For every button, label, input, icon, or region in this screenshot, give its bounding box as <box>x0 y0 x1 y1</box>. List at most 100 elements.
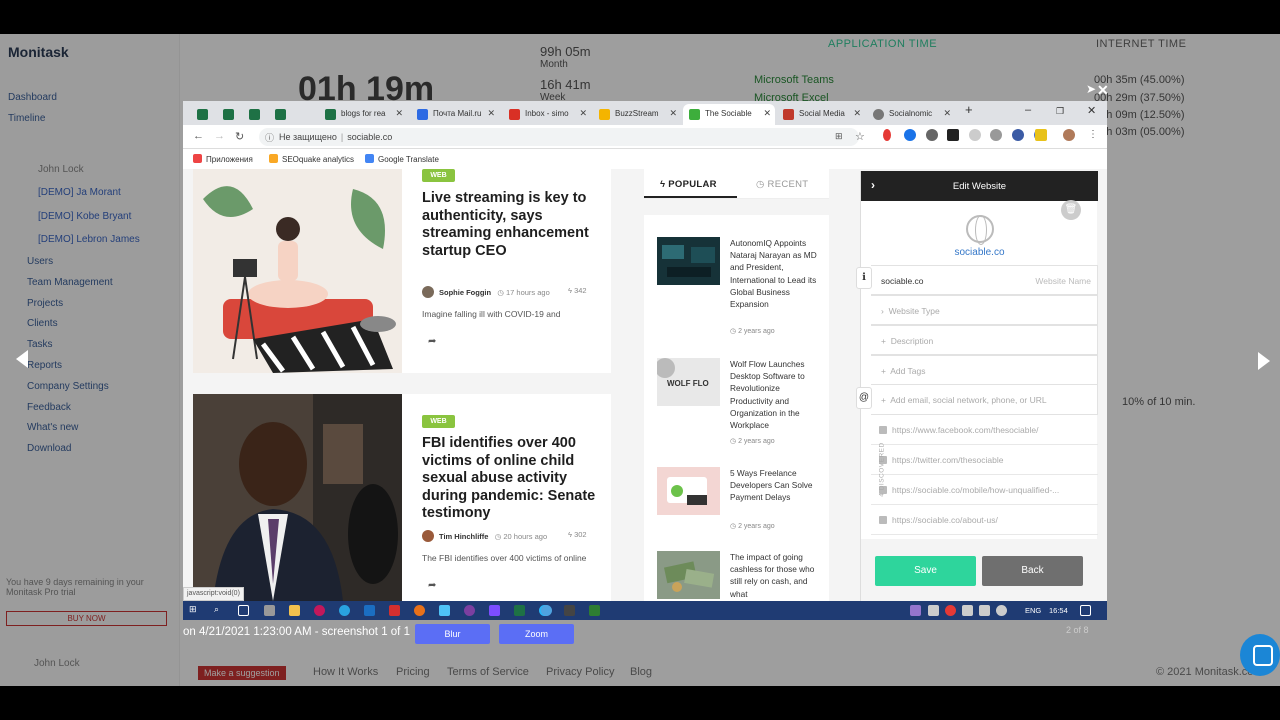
bookmark-seoquake[interactable]: SEOquake analytics <box>269 154 354 164</box>
website-type-field[interactable]: › Website Type <box>871 295 1098 325</box>
app-icon[interactable] <box>364 605 375 616</box>
app-icon[interactable] <box>314 605 325 616</box>
extension-icon[interactable] <box>883 129 891 141</box>
extension-icon[interactable] <box>969 129 981 141</box>
close-tab-icon[interactable]: ✕ <box>487 108 495 119</box>
nav-projects[interactable]: Projects <box>27 298 63 309</box>
browser-tab[interactable] <box>191 104 217 125</box>
close-tab-icon[interactable]: ✕ <box>579 108 587 119</box>
at-icon[interactable]: @ <box>856 387 872 409</box>
forward-icon[interactable]: → <box>214 130 225 142</box>
extension-icon[interactable] <box>1012 129 1024 141</box>
article-card[interactable]: WEB Live streaming is key to authenticit… <box>193 169 611 373</box>
browser-tab[interactable]: Почта Mail.ru ✕ <box>411 104 499 125</box>
buy-now-button[interactable]: BUY NOW <box>6 611 167 626</box>
chat-launcher-icon[interactable] <box>1240 634 1280 676</box>
network-icon[interactable] <box>979 605 990 616</box>
article-title[interactable]: Live streaming is key to authenticity, s… <box>422 190 597 260</box>
author-name[interactable]: Tim Hinchliffe <box>439 532 488 541</box>
website-name-field[interactable]: sociable.co Website Name <box>871 265 1098 295</box>
volume-icon[interactable] <box>996 605 1007 616</box>
language-indicator[interactable]: ENG <box>1025 606 1041 615</box>
footer-link[interactable]: Blog <box>630 666 652 678</box>
item-title[interactable]: Wolf Flow Launches Desktop Software to R… <box>730 358 818 431</box>
footer-link[interactable]: Pricing <box>396 666 430 678</box>
notification-icon[interactable] <box>1080 605 1091 616</box>
new-tab-button[interactable]: + <box>965 102 973 117</box>
footer-link[interactable]: Terms of Service <box>447 666 529 678</box>
share-icon[interactable]: ➦ <box>428 580 436 591</box>
close-tab-icon[interactable]: ✕ <box>669 108 677 119</box>
task-view-icon[interactable] <box>238 605 249 616</box>
discovered-link[interactable]: https://twitter.com/thesociable <box>871 445 1098 475</box>
browser-tab[interactable]: Social Media ✕ <box>777 104 865 125</box>
app-icon[interactable] <box>439 605 450 616</box>
footer-link[interactable]: How It Works <box>313 666 378 678</box>
chrome-icon[interactable] <box>541 605 552 616</box>
category-tag[interactable]: WEB <box>422 415 455 428</box>
trash-icon[interactable]: 🗑 <box>1061 200 1081 220</box>
website-domain[interactable]: sociable.co <box>861 247 1098 258</box>
close-tab-icon[interactable]: ✕ <box>763 108 771 119</box>
tab-recent[interactable]: ◷ RECENT <box>756 179 808 190</box>
nav-users[interactable]: Users <box>27 256 53 267</box>
user-item[interactable]: [DEMO] Ja Morant <box>38 187 121 198</box>
description-field[interactable]: + Description <box>871 325 1098 355</box>
reload-icon[interactable]: ↻ <box>235 130 244 143</box>
back-icon[interactable]: ← <box>193 130 204 142</box>
nav-company-settings[interactable]: Company Settings <box>27 381 109 392</box>
browser-tab[interactable] <box>217 104 243 125</box>
contact-field[interactable]: + Add email, social network, phone, or U… <box>871 385 1098 415</box>
menu-icon[interactable]: ⋮ <box>1088 129 1100 141</box>
next-screenshot-icon[interactable] <box>1258 352 1270 370</box>
browser-tab[interactable] <box>269 104 295 125</box>
item-title[interactable]: AutonomIQ Appoints Nataraj Narayan as MD… <box>730 237 818 310</box>
nav-whats-new[interactable]: What's new <box>27 422 78 433</box>
author-name[interactable]: Sophie Foggin <box>439 288 491 297</box>
nav-dashboard[interactable]: Dashboard <box>8 92 57 103</box>
suggestion-button[interactable]: Make a suggestion <box>198 666 286 680</box>
blur-button[interactable]: Blur <box>415 624 490 644</box>
skype-icon[interactable] <box>339 605 350 616</box>
browser-tab[interactable]: blogs for rea ✕ <box>319 104 407 125</box>
app-icon[interactable] <box>589 605 600 616</box>
bookmark-translate[interactable]: Google Translate <box>365 154 439 164</box>
info-icon[interactable]: ℹ <box>856 267 872 289</box>
translate-icon[interactable]: ⊞ <box>835 131 843 142</box>
restore-button[interactable]: ❐ <box>1056 106 1064 117</box>
extension-icon[interactable] <box>926 129 938 141</box>
tray-icon[interactable] <box>910 605 921 616</box>
browser-tab[interactable]: Inbox - simo ✕ <box>503 104 591 125</box>
extension-icon[interactable] <box>947 129 959 141</box>
article-title[interactable]: FBI identifies over 400 victims of onlin… <box>422 435 597 523</box>
user-item[interactable]: [DEMO] Lebron James <box>38 234 140 245</box>
app-icon[interactable] <box>564 605 575 616</box>
share-icon[interactable]: ➦ <box>428 336 436 347</box>
tab-internet-time[interactable]: INTERNET TIME <box>1096 38 1186 50</box>
item-title[interactable]: 5 Ways Freelance Developers Can Solve Pa… <box>730 467 818 504</box>
nav-clients[interactable]: Clients <box>27 318 58 329</box>
user-item[interactable]: John Lock <box>38 164 84 175</box>
app-icon[interactable] <box>489 605 500 616</box>
tags-field[interactable]: + Add Tags <box>871 355 1098 385</box>
browser-tab-active[interactable]: The Sociable ✕ <box>683 104 775 125</box>
tab-application-time[interactable]: APPLICATION TIME <box>828 38 937 50</box>
item-title[interactable]: The impact of going cashless for those w… <box>730 551 818 600</box>
profile-avatar[interactable] <box>1063 129 1075 141</box>
browser-tab[interactable]: Socialnomic ✕ <box>867 104 955 125</box>
nav-feedback[interactable]: Feedback <box>27 402 71 413</box>
close-window-button[interactable]: ✕ <box>1087 104 1096 117</box>
browser-tab[interactable] <box>243 104 269 125</box>
close-tab-icon[interactable]: ✕ <box>853 108 861 119</box>
user-item[interactable]: [DEMO] Kobe Bryant <box>38 211 131 222</box>
extension-icon[interactable] <box>990 129 1002 141</box>
file-explorer-icon[interactable] <box>289 605 300 616</box>
discovered-link[interactable]: https://sociable.co/about-us/ <box>871 505 1098 535</box>
app-icon[interactable] <box>389 605 400 616</box>
save-button[interactable]: Save <box>875 556 976 586</box>
discovered-link[interactable]: https://www.facebook.com/thesociable/ <box>871 415 1098 445</box>
nav-timeline[interactable]: Timeline <box>8 113 45 124</box>
url-field[interactable]: ⓘ Не защищено | sociable.co <box>259 128 859 146</box>
nav-download[interactable]: Download <box>27 443 71 454</box>
clock[interactable]: 16:54 <box>1049 606 1068 615</box>
